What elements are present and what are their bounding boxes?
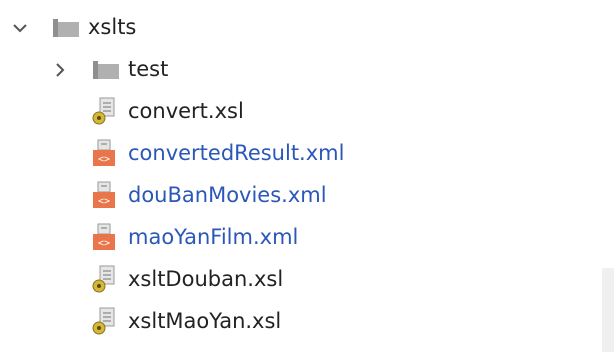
tree-row-test[interactable]: test <box>0 50 614 90</box>
vertical-scrollbar[interactable] <box>602 268 614 352</box>
tree-row-file[interactable]: <> douBanMovies.xml <box>0 176 614 216</box>
tree-item-label: xsltDouban.xsl <box>128 267 284 291</box>
tree-item-label: xslts <box>88 15 137 39</box>
tree-item-label: convertedResult.xml <box>128 141 345 165</box>
tree-item-label: test <box>128 57 169 81</box>
xml-file-icon: <> <box>90 180 118 210</box>
chevron-down-icon[interactable] <box>8 16 32 40</box>
tree-item-label: convert.xsl <box>128 99 244 123</box>
tree-row-file[interactable]: <> maoYanFilm.xml <box>0 218 614 258</box>
tree-row-xslts[interactable]: xslts <box>0 8 614 48</box>
xsl-file-icon <box>90 306 118 336</box>
xml-file-icon: <> <box>90 138 118 168</box>
project-tree: xslts test convert.xsl <> convertedResul… <box>0 0 614 352</box>
svg-text:<>: <> <box>98 238 110 249</box>
svg-text:<>: <> <box>98 196 110 207</box>
folder-icon <box>92 59 120 81</box>
chevron-right-icon[interactable] <box>48 58 72 82</box>
folder-icon <box>52 17 80 39</box>
xsl-file-icon <box>90 264 118 294</box>
tree-row-file[interactable]: <> convertedResult.xml <box>0 134 614 174</box>
tree-item-label: xsltMaoYan.xsl <box>128 309 282 333</box>
xml-file-icon: <> <box>90 222 118 252</box>
tree-item-label: douBanMovies.xml <box>128 183 327 207</box>
tree-row-file[interactable]: convert.xsl <box>0 92 614 132</box>
tree-row-file[interactable]: xsltMaoYan.xsl <box>0 302 600 342</box>
tree-item-label: maoYanFilm.xml <box>128 225 299 249</box>
tree-row-file[interactable]: xsltDouban.xsl <box>0 260 600 300</box>
xsl-file-icon <box>90 96 118 126</box>
svg-text:<>: <> <box>98 154 110 165</box>
